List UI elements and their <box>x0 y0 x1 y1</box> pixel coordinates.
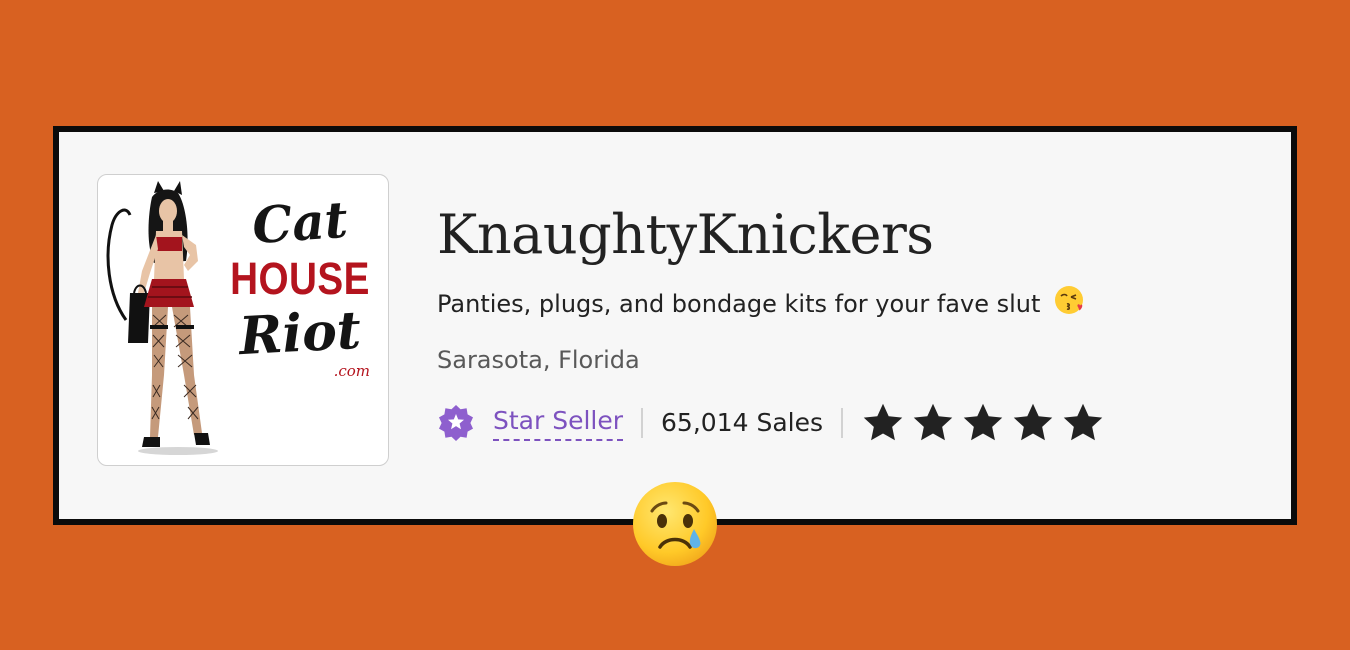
star-icon <box>913 403 953 441</box>
shop-logo[interactable]: Cat HOUSE Riot .com <box>97 174 389 466</box>
logo-text-riot: Riot <box>237 299 363 368</box>
logo-wordmark: Cat HOUSE Riot .com <box>216 190 384 379</box>
star-rating[interactable] <box>861 401 1111 445</box>
shop-location: Sarasota, Florida <box>437 346 640 374</box>
star-seller-badge-icon <box>439 405 473 441</box>
star-seller-link[interactable]: Star Seller <box>493 405 624 441</box>
logo-text-cat: Cat <box>250 189 350 256</box>
stats-divider <box>641 408 644 438</box>
shop-header-card: Cat HOUSE Riot .com KnaughtyKnickers Pan… <box>53 126 1297 525</box>
logo-figure-illustration <box>106 181 218 455</box>
shop-stats-row: Star Seller 65,014 Sales <box>437 399 1111 447</box>
star-icon <box>1063 403 1103 441</box>
crying-face-icon <box>633 482 717 566</box>
shop-tagline-row: Panties, plugs, and bondage kits for you… <box>437 285 1084 320</box>
shop-tagline: Panties, plugs, and bondage kits for you… <box>437 290 1041 318</box>
logo-text-house: HOUSE <box>230 253 370 304</box>
star-icon <box>863 403 903 441</box>
shop-name: KnaughtyKnickers <box>437 203 934 266</box>
kissing-face-icon <box>1055 286 1084 314</box>
star-icon <box>1013 403 1053 441</box>
sales-count: 65,014 Sales <box>661 408 823 437</box>
star-icon <box>963 403 1003 441</box>
stats-divider <box>841 408 843 438</box>
